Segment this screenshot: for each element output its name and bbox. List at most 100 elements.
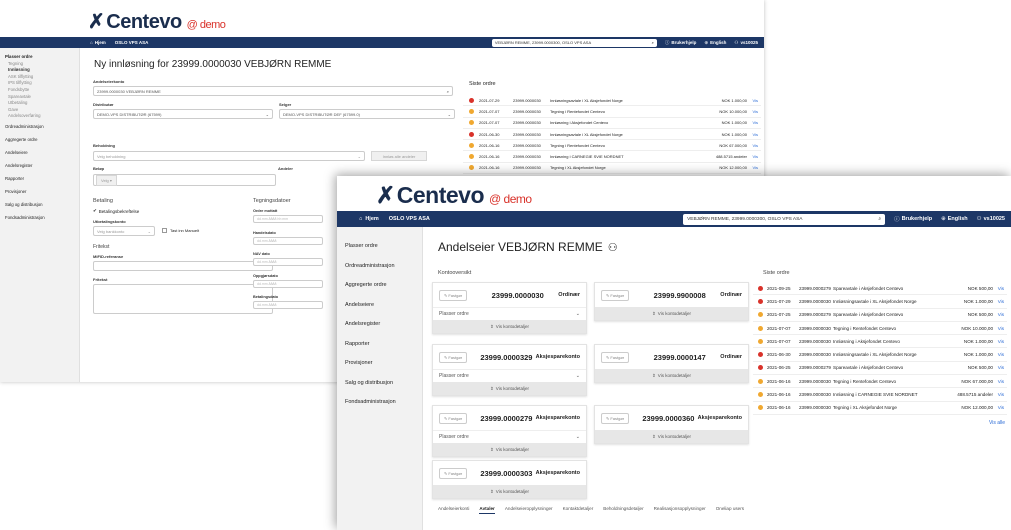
tab-1[interactable]: Avtaler <box>479 506 495 514</box>
user-name[interactable]: vs10025 <box>740 40 758 45</box>
order-view-link[interactable]: Vis <box>993 379 1007 384</box>
sidebar-item[interactable]: Provisjoner <box>345 354 422 374</box>
order-row[interactable]: 2021-06-30 23999.0000030 Innløsningsavtale… <box>753 348 1007 362</box>
search-icon[interactable]: ⌕ <box>652 40 654 45</box>
pin-button[interactable]: ✎Fastgør <box>439 351 468 363</box>
date-input[interactable]: dd.mm.åååå <box>253 279 323 288</box>
home-icon[interactable]: ⌂ <box>90 40 93 45</box>
tab-2[interactable]: Andelseieropplysninger <box>505 506 553 514</box>
payout-account-select[interactable]: Velg bankkonto ⌄ <box>93 226 155 236</box>
sidebar-item[interactable]: Fondsadministrasjon <box>5 211 79 224</box>
pin-button[interactable]: ✎Fastgør <box>439 467 468 479</box>
currency-select[interactable]: Velg ▾ <box>96 174 117 186</box>
search-icon[interactable]: ⌕ <box>447 89 449 94</box>
sidebar-item[interactable]: Provisjoner <box>5 185 79 198</box>
order-row[interactable]: 2021-07-07 23999.0000030 Innløsning i Aksj… <box>463 118 761 129</box>
date-input[interactable]: dd.mm.åååå hh:mm <box>253 215 323 223</box>
order-row[interactable]: 2021-07-07 23999.0000030 Innløsning i Aksj… <box>753 335 1007 349</box>
language-link[interactable]: English <box>710 40 726 45</box>
show-account-details-button[interactable]: ⇕ Vis kontodetaljer <box>433 382 586 395</box>
user-icon[interactable]: ⚇ <box>977 216 982 222</box>
sidebar-item[interactable]: Salg og distribusjon <box>5 198 79 211</box>
place-order-select[interactable]: Plasser ordre ⌄ <box>433 307 586 320</box>
order-view-link[interactable]: Vis <box>993 326 1007 331</box>
order-view-link[interactable]: Vis <box>993 312 1007 317</box>
order-row[interactable]: 2021-07-29 23999.0000030 Innløsningsavtale… <box>463 95 761 107</box>
order-view-link[interactable]: Vis <box>747 98 761 103</box>
sidebar-item[interactable]: Plasser ordre <box>345 237 422 257</box>
pin-button[interactable]: ✎Fastgør <box>439 289 468 301</box>
order-view-link[interactable]: Vis <box>993 392 1007 397</box>
date-input[interactable]: dd.mm.åååå <box>253 236 323 245</box>
order-row[interactable]: 2021-06-16 23999.0000030 Innløsning i CARN… <box>463 151 761 163</box>
sidebar-item[interactable]: Ordreadministrasjon <box>5 120 79 133</box>
help-link[interactable]: Brukerhjelp <box>671 40 696 45</box>
payment-confirm-checkbox[interactable]: ✔ Betalingsbekreftelse <box>93 208 139 214</box>
sidebar-subitem[interactable]: Fondsbytte <box>8 87 79 94</box>
tab-4[interactable]: Beholdningsdetaljer <box>603 506 643 514</box>
amount-field[interactable]: Velg ▾ <box>93 174 276 186</box>
place-order-select[interactable]: Plasser ordre ⌄ <box>433 430 586 443</box>
globe-icon[interactable]: ⊕ <box>704 40 708 46</box>
search-input[interactable]: VEBJØRN REMME, 23999.0000300, OSLO VPS A… <box>491 38 657 47</box>
show-account-details-button[interactable]: ⇕ Vis kontodetaljer <box>595 369 748 382</box>
order-view-link[interactable]: Vis <box>993 299 1007 304</box>
show-account-details-button[interactable]: ⇕ Vis kontodetaljer <box>595 307 748 320</box>
sidebar-item[interactable]: Andelseiere <box>5 146 79 159</box>
sidebar-item[interactable]: Andelseiere <box>345 296 422 316</box>
tab-5[interactable]: Realisasjonsopplysninger <box>654 506 706 514</box>
order-row[interactable]: 2021-06-30 23999.0000030 Innløsningsavtale… <box>463 129 761 141</box>
sidebar-item[interactable]: Fondsadministrasjon <box>345 393 422 413</box>
sidebar-subitem[interactable]: Andelsoverføring <box>8 113 79 120</box>
order-row[interactable]: 2021-06-25 23999.0000279 Spareavtale i Aks… <box>753 362 1007 376</box>
pin-button[interactable]: ✎Fastgør <box>601 289 630 301</box>
show-account-details-button[interactable]: ⇕ Vis kontodetaljer <box>433 485 586 498</box>
order-row[interactable]: 2021-06-16 23999.0000030 Tegning i XL Aksj… <box>463 163 761 175</box>
distributor-select[interactable]: DEMO-VPS DISTRIBUTØR (67599) ⌄ <box>93 109 273 119</box>
order-row[interactable]: 2021-07-25 23999.0000279 Spareavtale i Aks… <box>753 309 1007 322</box>
pin-button[interactable]: ✎Fastgør <box>601 412 630 424</box>
tab-3[interactable]: Kontaktdetaljer <box>563 506 594 514</box>
order-row[interactable]: 2021-06-16 23999.0000030 Tegning i Rentefo… <box>463 140 761 152</box>
sidebar-subitem[interactable]: IPS tilflytting <box>8 80 79 87</box>
sidebar-subitem[interactable]: Innløsning <box>8 67 79 74</box>
search-icon[interactable]: ⌕ <box>878 216 881 222</box>
show-account-details-button[interactable]: ⇕ Vis kontodetaljer <box>433 443 586 456</box>
sidebar-item-place-orders[interactable]: Plasser ordre <box>5 54 79 61</box>
language-link[interactable]: English <box>948 216 968 222</box>
help-icon[interactable]: ⓘ <box>665 40 670 46</box>
sidebar-item[interactable]: Salg og distribusjon <box>345 374 422 394</box>
sidebar-subitem[interactable]: Tegning <box>8 61 79 68</box>
manual-entry-checkbox[interactable]: Tast inn Manuelt <box>162 228 199 233</box>
order-view-link[interactable]: Vis <box>993 365 1007 370</box>
sidebar-item[interactable]: Andelsregister <box>5 159 79 172</box>
order-view-link[interactable]: Vis <box>747 165 761 170</box>
order-view-link[interactable]: Vis <box>747 109 761 114</box>
search-input[interactable]: VEBJØRN REMME, 23999.0000300, OSLO VPS A… <box>683 213 886 225</box>
nav-home[interactable]: Hjem <box>95 40 106 45</box>
nav-company[interactable]: OSLO VPS ASA <box>115 40 149 45</box>
show-account-details-button[interactable]: ⇕ Vis kontodetaljer <box>433 320 586 333</box>
order-view-link[interactable]: Vis <box>993 339 1007 344</box>
order-row[interactable]: 2021-06-16 23999.0000030 Tegning i XL Aksj… <box>753 402 1007 415</box>
tab-0[interactable]: Andelseierkonti <box>438 506 469 514</box>
order-view-link[interactable]: Vis <box>747 143 761 148</box>
date-input[interactable]: dd.mm.åååå <box>253 258 323 266</box>
pin-button[interactable]: ✎Fastgør <box>439 412 468 424</box>
order-row[interactable]: 2021-06-16 23999.0000030 Innløsning i CARN… <box>753 388 1007 402</box>
sidebar-item[interactable]: Aggregerte ordre <box>345 276 422 296</box>
nav-home[interactable]: Hjem <box>365 216 378 222</box>
order-view-link[interactable]: Vis <box>993 352 1007 357</box>
account-field[interactable]: 23999.0000030 VEBJØRN REMME ⌕ <box>93 86 453 96</box>
date-input[interactable]: dd.mm.åååå <box>253 301 323 309</box>
sidebar-subitem[interactable]: Utbetaling <box>8 100 79 107</box>
place-order-select[interactable]: Plasser ordre ⌄ <box>433 369 586 382</box>
show-account-details-button[interactable]: ⇕ Vis kontodetaljer <box>595 430 748 443</box>
globe-icon[interactable]: ⊕ <box>941 216 946 222</box>
order-row[interactable]: 2021-07-07 23999.0000030 Tegning i Rentefo… <box>463 106 761 118</box>
sidebar-subitem[interactable]: Gave <box>8 107 79 114</box>
order-row[interactable]: 2021-06-16 23999.0000030 Tegning i Rentefo… <box>753 375 1007 389</box>
sidebar-subitem[interactable]: ASK tilflytting <box>8 74 79 81</box>
show-all-link[interactable]: Vis alle <box>989 420 1005 426</box>
tab-6[interactable]: Oneliap users <box>716 506 744 514</box>
